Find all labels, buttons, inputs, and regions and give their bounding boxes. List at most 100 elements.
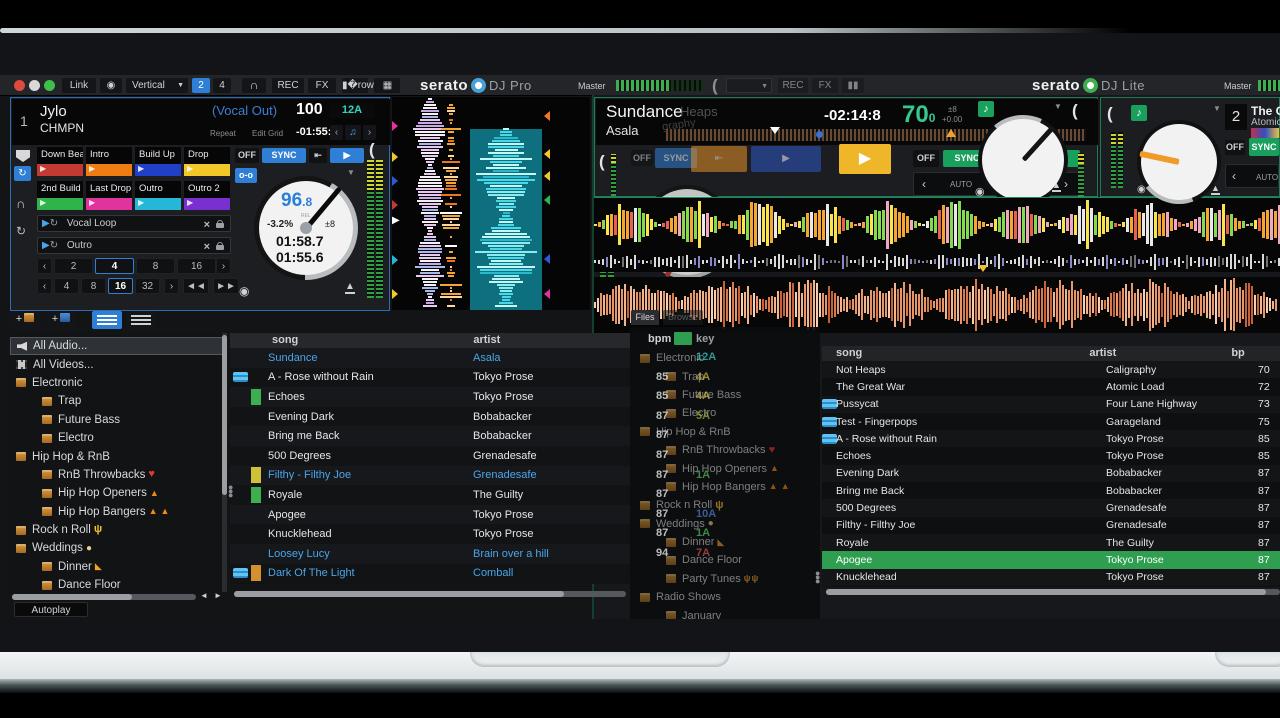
track-row[interactable]: 500 DegreesGrenadesafe [230, 446, 630, 466]
add-smart-crate-button[interactable]: + [46, 312, 76, 328]
prev-track-button[interactable]: ‹ [330, 125, 343, 140]
beatjump-next[interactable]: › [164, 278, 179, 294]
lite-track-row[interactable]: The Great WarAtomic Load72 [822, 378, 1280, 395]
song-column-header[interactable]: song [272, 334, 298, 346]
keylock-off-button[interactable]: OFF [235, 148, 259, 163]
table-hscrollbar[interactable] [234, 591, 626, 597]
lite-track-row[interactable]: PussycatFour Lane Highway73 [822, 396, 1280, 413]
cue-pad-8[interactable]: Outro 2 [184, 181, 230, 211]
view-mode-dropdown[interactable]: Vertical▼ [126, 78, 188, 93]
cue-pad-6[interactable]: Last Drop [86, 181, 132, 211]
close-icon[interactable]: × [204, 217, 210, 233]
crate-item-all-videos-[interactable]: All Videos... [10, 355, 226, 373]
track-row[interactable]: KnuckleheadTokyo Prose [230, 524, 630, 544]
lite-track-row[interactable]: EchoesTokyo Prose85 [822, 447, 1280, 464]
crate-item-electronic[interactable]: Electronic [634, 349, 812, 367]
lite-track-row[interactable]: Filthy - Filthy JoeGrenadesafe87 [822, 517, 1280, 534]
track-row[interactable]: ApogeeTokyo Prose [230, 505, 630, 525]
lite-song-column-header[interactable]: song [836, 347, 862, 359]
loop-half-button-2[interactable]: ‹ [1232, 169, 1236, 183]
filter-knob-icon-3[interactable]: ( [1107, 104, 1113, 124]
crate-item-trap[interactable]: Trap [10, 392, 226, 410]
bpm-column-header[interactable]: bpm [648, 333, 671, 345]
edit-grid-button[interactable]: Edit Grid [252, 129, 283, 138]
files-tab[interactable]: Files [631, 310, 659, 325]
cue-headphone-icon[interactable]: ∩ [16, 196, 25, 211]
filter-knob-icon[interactable]: ( [369, 140, 375, 160]
crate-item-future-bass[interactable]: Future Bass [10, 411, 226, 429]
cue-pad-5[interactable]: 2nd Build [37, 181, 83, 211]
autoloop-size-2[interactable]: 2 [54, 258, 93, 274]
crate-item-rock-n-roll[interactable]: Rock n Roll [10, 521, 226, 539]
keylock-note-icon[interactable]: ♪ [978, 101, 994, 117]
track-row[interactable]: Evening DarkBobabacker [230, 407, 630, 427]
sidebar-vscrollbar[interactable] [222, 333, 227, 592]
lite-track-row[interactable]: Evening DarkBobabacker87 [822, 465, 1280, 482]
lite-track-row[interactable]: Test - FingerpopsGarageland75 [822, 413, 1280, 430]
rec-button-lite[interactable]: REC [778, 78, 808, 93]
autoloop-size-4[interactable]: 4 [95, 258, 134, 274]
crate-item-radio-shows[interactable]: Radio Shows [634, 588, 812, 606]
key-column-header[interactable]: key [696, 333, 714, 345]
autoloop-next[interactable]: › [216, 258, 231, 274]
link-button[interactable]: Link [62, 78, 96, 93]
practice-mode-icon[interactable]: ◉ [100, 78, 122, 93]
panel-splitter-2[interactable]: ●●● [815, 571, 819, 583]
headphone-cue-icon[interactable]: ∩ [242, 78, 266, 93]
add-crate-button[interactable]: + [10, 312, 40, 328]
crate-item-hip-hop-bangers[interactable]: Hip Hop Bangers [10, 503, 226, 521]
platter-menu-icon[interactable]: ▼ [347, 168, 355, 177]
loop-slot-1[interactable]: ▶↻ Vocal Loop × [37, 215, 231, 232]
sampler-icon[interactable]: ▮�row [342, 78, 368, 93]
crate-item-hip-hop-openers[interactable]: Hip Hop Openers [10, 484, 226, 502]
crate-item-dance-floor[interactable]: Dance Floor [10, 576, 226, 592]
close-window-button[interactable] [14, 80, 25, 91]
lite-keylock-off[interactable]: OFF [913, 150, 939, 167]
autoloop-prev[interactable]: ‹ [37, 258, 52, 274]
track-row[interactable]: Bring me BackBobabacker [230, 426, 630, 446]
lock-icon[interactable] [216, 242, 224, 250]
cue-return-icon[interactable]: ⇤ [309, 148, 327, 163]
hotcue-bank-icon[interactable] [16, 150, 30, 162]
deck-count-2-button[interactable]: 2 [192, 78, 210, 93]
library-table-header[interactable]: song artist [230, 333, 630, 348]
beatjump-size-16[interactable]: 16 [108, 278, 133, 294]
lite-track-row[interactable]: Bring me BackBobabacker87 [822, 482, 1280, 499]
fx-button-lite[interactable]: FX [812, 78, 838, 93]
cue-pad-1[interactable]: Down Bea [37, 147, 83, 177]
crate-item-rnb-throwbacks[interactable]: RnB Throwbacks [10, 466, 226, 484]
cue-pad-4[interactable]: Drop [184, 147, 230, 177]
lite-hscrollbar[interactable] [826, 589, 1280, 595]
next-track-button[interactable]: › [363, 125, 376, 140]
lite-deck2-jog-wheel[interactable] [1137, 120, 1221, 204]
grid-edit-icon[interactable]: ▦ [374, 78, 400, 93]
crate-item-hip-hop-rnb[interactable]: Hip Hop & RnB [10, 447, 226, 465]
crate-item-electronic[interactable]: Electronic [10, 374, 226, 392]
artist-column-header[interactable]: artist [473, 334, 500, 346]
repeat-button[interactable]: Repeat [210, 129, 236, 138]
autoloop-size-8[interactable]: 8 [136, 258, 175, 274]
lite-track-row[interactable]: 500 DegreesGrenadesafe87 [822, 499, 1280, 516]
crate-item-weddings[interactable]: Weddings [10, 539, 226, 557]
track-row[interactable]: Loosey LucyBrain over a hill [230, 544, 630, 564]
fx-button[interactable]: FX [308, 78, 336, 93]
lock-icon[interactable] [216, 220, 224, 228]
sampler-icon-lite[interactable]: ▮▮ [842, 78, 864, 93]
crate-item-electro[interactable]: Electro [10, 429, 226, 447]
lite-main-waveform[interactable] [594, 198, 1280, 252]
zoom-window-button[interactable] [44, 80, 55, 91]
track-row[interactable]: A - Rose without RainTokyo Prose [230, 368, 630, 388]
night-mode-icon[interactable]: ( [712, 76, 718, 96]
library-view-button-alt[interactable] [126, 311, 156, 329]
track-row[interactable]: Filthy - Filthy JoeGrenadesafe [230, 466, 630, 486]
quantize-icon[interactable]: o-o [235, 168, 257, 183]
rec-button[interactable]: REC [272, 78, 304, 93]
eject-icon-lite1[interactable]: ▲ [1052, 181, 1061, 192]
lite-filter-icon[interactable]: ( [599, 152, 605, 172]
track-row[interactable]: SundanceAsala [230, 348, 630, 368]
vinyl-mode-icon-2[interactable]: ◉ [1137, 184, 1146, 195]
crate-item-dinner[interactable]: Dinner [10, 558, 226, 576]
vertical-waveform-display[interactable]: ▶ [392, 97, 590, 310]
lite-track-row[interactable]: Not HeapsCaligraphy70 [822, 361, 1280, 378]
lite-artist-column-header[interactable]: artist [1089, 347, 1116, 359]
